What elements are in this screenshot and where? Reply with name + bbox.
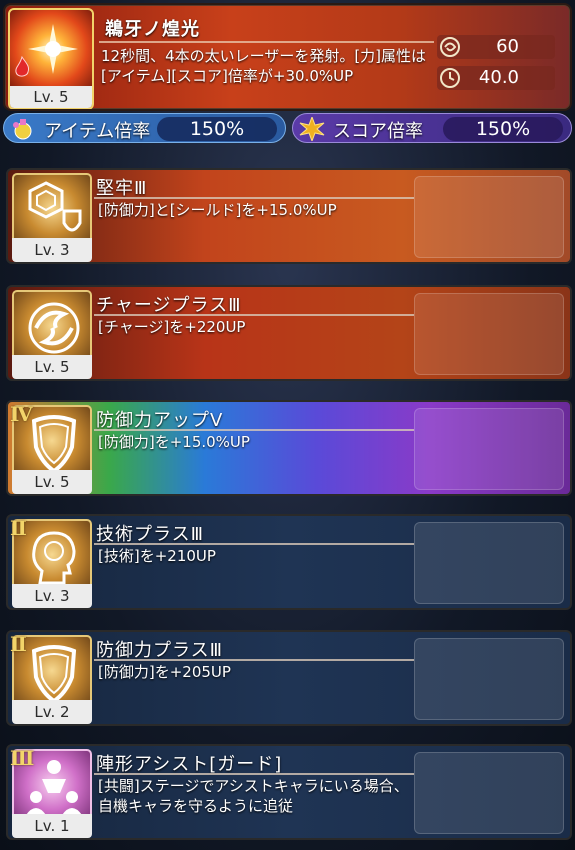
star-burst-icon — [299, 117, 325, 141]
hexagon-shield-icon — [28, 181, 82, 232]
duration-value: 40.0 — [478, 67, 519, 88]
stat-charge: 60 — [437, 35, 555, 59]
skill-row[interactable]: Ⅲ Lv. 1 陣形アシスト[ガード] [共闘]ステージでアシストキャラにいる場… — [6, 744, 572, 840]
skill-description: [チャージ]を+220UP — [98, 318, 246, 336]
rank-numeral: Ⅲ — [10, 746, 35, 770]
skill-slot[interactable] — [414, 752, 564, 834]
skill-row[interactable]: Ⅱ Lv. 2 防御力プラスⅢ [防御力]を+205UP — [6, 630, 572, 726]
skill-description: [防御力]を+15.0%UP — [98, 433, 250, 451]
skill-level: Lv. 1 — [12, 814, 92, 838]
score-multiplier-value: 150% — [443, 117, 563, 141]
skill-slot[interactable] — [414, 638, 564, 720]
title-divider — [94, 314, 414, 316]
skill-screen: Lv. 5 鵜牙ノ煌光 12秒間、4本の太いレーザーを発射。[力]属性は[アイテ… — [0, 0, 575, 850]
main-skill-title: 鵜牙ノ煌光 — [105, 19, 200, 40]
main-skill-level: Lv. 5 — [10, 86, 92, 108]
skill-level: Lv. 5 — [12, 355, 92, 379]
skill-level: Lv. 3 — [12, 238, 92, 262]
skill-description: [防御力]と[シールド]を+15.0%UP — [98, 201, 337, 219]
skill-row[interactable]: Lv. 3 堅牢Ⅲ [防御力]と[シールド]を+15.0%UP — [6, 168, 572, 264]
item-multiplier: アイテム倍率 150% — [3, 113, 286, 143]
title-divider — [94, 543, 414, 545]
skill-level: Lv. 5 — [12, 470, 92, 494]
title-divider — [99, 41, 434, 43]
main-skill-description: 12秒間、4本の太いレーザーを発射。[力]属性は[アイテム][スコア]倍率が+3… — [101, 47, 427, 85]
potion-icon — [13, 119, 32, 140]
skill-slot[interactable] — [414, 408, 564, 490]
fire-attribute-icon — [15, 56, 29, 77]
skill-level: Lv. 2 — [12, 700, 92, 724]
item-multiplier-label: アイテム倍率 — [44, 121, 151, 142]
title-divider — [94, 773, 414, 775]
title-divider — [94, 429, 414, 431]
score-multiplier-label: スコア倍率 — [333, 121, 423, 142]
skill-level: Lv. 3 — [12, 584, 92, 608]
item-multiplier-value: 150% — [157, 117, 277, 141]
stat-duration: 40.0 — [437, 66, 555, 90]
swirl-charge-icon — [440, 37, 460, 57]
shield-icon — [31, 645, 77, 703]
skill-description: [共闘]ステージでアシストキャラにいる場合、自機キャラを守るように追従 — [98, 777, 409, 815]
swirl-icon — [28, 302, 80, 354]
title-divider — [94, 197, 414, 199]
skill-description: [防御力]を+205UP — [98, 663, 231, 681]
skill-slot[interactable] — [414, 293, 564, 375]
skill-row[interactable]: Ⅳ Lv. 5 防御力アップⅤ [防御力]を+15.0%UP — [6, 400, 572, 496]
skill-row[interactable]: Ⅱ Lv. 3 技術プラスⅢ [技術]を+210UP — [6, 514, 572, 610]
skill-slot[interactable] — [414, 176, 564, 258]
title-divider — [94, 659, 414, 661]
rank-numeral: Ⅱ — [10, 516, 27, 540]
skill-slot[interactable] — [414, 522, 564, 604]
rank-numeral: Ⅳ — [10, 402, 33, 426]
rank-numeral: Ⅱ — [10, 632, 27, 656]
skill-row[interactable]: Lv. 5 チャージプラスⅢ [チャージ]を+220UP — [6, 285, 572, 381]
flare-icon — [28, 24, 78, 74]
main-skill-card[interactable]: Lv. 5 鵜牙ノ煌光 12秒間、4本の太いレーザーを発射。[力]属性は[アイテ… — [3, 3, 572, 111]
head-icon — [32, 531, 76, 585]
skill-description: [技術]を+210UP — [98, 547, 216, 565]
charge-value: 60 — [496, 36, 519, 57]
score-multiplier: スコア倍率 150% — [292, 113, 572, 143]
clock-icon — [440, 68, 460, 88]
main-skill-icon: Lv. 5 — [8, 8, 94, 109]
